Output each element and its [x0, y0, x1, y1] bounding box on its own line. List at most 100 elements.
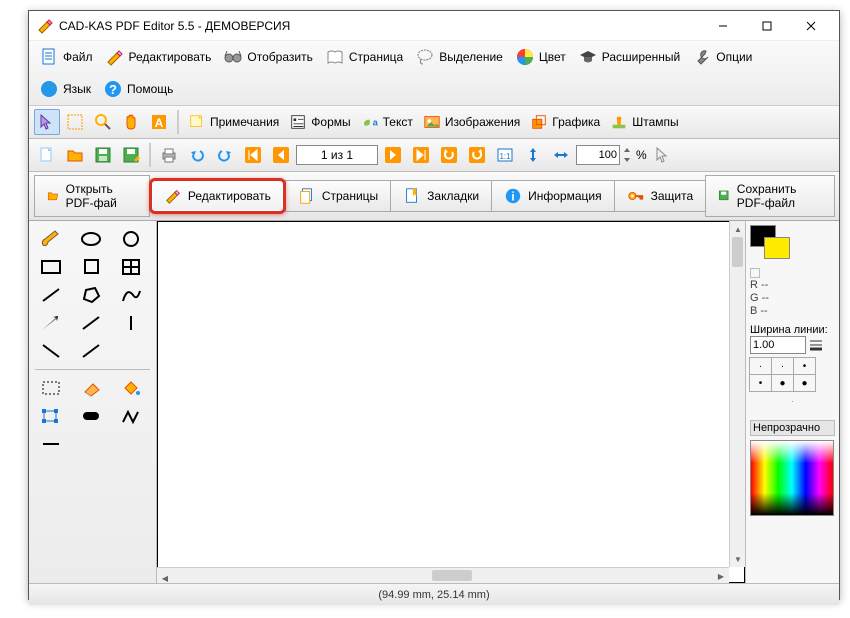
right-panel: R -- G -- B -- Ширина линии: ··• •●● · Н… [745, 221, 839, 583]
brush-tool[interactable] [33, 227, 69, 251]
line-tool[interactable] [33, 283, 69, 307]
diag-line-tool[interactable] [73, 311, 109, 335]
menu-select[interactable]: Выделение [411, 45, 507, 69]
color-swatches[interactable] [750, 225, 792, 261]
dash-styles[interactable]: ··• •●● [750, 358, 835, 392]
stamps-label: Штампы [632, 115, 678, 129]
menu-options[interactable]: Опции [688, 45, 756, 69]
dash-6[interactable]: ● [793, 374, 816, 392]
divider [35, 369, 150, 370]
linewidth-input[interactable] [750, 336, 806, 354]
hand-tool[interactable] [118, 109, 144, 135]
tab-protect[interactable]: Защита [614, 180, 707, 212]
curve-tool[interactable] [113, 283, 149, 307]
linewidth-picker-icon[interactable] [808, 337, 824, 353]
menu-advanced[interactable]: Расширенный [574, 45, 685, 69]
square-tool[interactable] [73, 255, 109, 279]
tab-save[interactable]: Сохранить PDF-файл [705, 175, 835, 217]
diag2-tool[interactable] [33, 339, 69, 363]
scroll-up-icon[interactable]: ▲ [730, 221, 746, 237]
graphics-icon [530, 113, 548, 131]
notes-group[interactable]: Примечания [184, 113, 283, 131]
saveas-button[interactable] [118, 142, 144, 168]
stamps-group[interactable]: Штампы [606, 113, 682, 131]
first-page-button[interactable] [240, 142, 266, 168]
separator [149, 143, 151, 167]
text-tool[interactable]: A [146, 109, 172, 135]
tab-edit[interactable]: Редактировать [149, 178, 286, 214]
tab-bookmarks[interactable]: Закладки [390, 180, 492, 212]
zoom-input[interactable] [576, 145, 620, 165]
fit-11-button[interactable]: 1:1 [492, 142, 518, 168]
scroll-down-icon[interactable]: ▼ [730, 551, 746, 567]
dash-2[interactable]: · [771, 357, 794, 375]
graphics-group[interactable]: Графика [526, 113, 604, 131]
ellipse-tool[interactable] [73, 227, 109, 251]
background-swatch[interactable] [764, 237, 790, 259]
pointer2-button[interactable] [649, 142, 675, 168]
transform-tool[interactable] [33, 404, 69, 428]
zoom-spinner[interactable] [622, 146, 632, 164]
scroll-right-icon[interactable]: ▶ [713, 568, 729, 584]
dash-5[interactable]: ● [771, 374, 794, 392]
roundrect-tool[interactable] [73, 404, 109, 428]
print-button[interactable] [156, 142, 182, 168]
dash-4[interactable]: • [749, 374, 772, 392]
tab-info[interactable]: i Информация [491, 180, 614, 212]
grid-tool[interactable] [113, 255, 149, 279]
rotate-right-button[interactable] [464, 142, 490, 168]
pointer-tool[interactable] [34, 109, 60, 135]
tab-save-label: Сохранить PDF-файл [737, 182, 822, 210]
tab-pages[interactable]: Страницы [285, 180, 391, 212]
minimize-button[interactable] [701, 12, 745, 40]
menu-file[interactable]: Файл [35, 45, 97, 69]
vertical-scrollbar[interactable]: ▲ ▼ [729, 221, 745, 567]
redo-button[interactable] [212, 142, 238, 168]
circle-tool[interactable] [113, 227, 149, 251]
rect-tool[interactable] [33, 255, 69, 279]
hline-tool[interactable] [33, 432, 69, 456]
bucket-tool[interactable] [113, 376, 149, 400]
marquee-tool[interactable] [62, 109, 88, 135]
horizontal-scrollbar[interactable]: ◀ ▶ [157, 567, 729, 583]
maximize-button[interactable] [745, 12, 789, 40]
dash-3[interactable]: • [793, 357, 816, 375]
arrow-tool[interactable] [33, 311, 69, 335]
menu-color[interactable]: Цвет [511, 45, 570, 69]
menu-page[interactable]: Страница [321, 45, 407, 69]
prev-page-button[interactable] [268, 142, 294, 168]
dash-1[interactable]: · [749, 357, 772, 375]
scroll-left-icon[interactable]: ◀ [157, 571, 173, 587]
color-spectrum[interactable] [750, 440, 834, 516]
menu-language[interactable]: Язык [35, 77, 95, 101]
eraser-tool[interactable] [73, 376, 109, 400]
rotate-left-button[interactable] [436, 142, 462, 168]
polyline-tool[interactable] [113, 404, 149, 428]
images-group[interactable]: Изображения [419, 113, 524, 131]
menu-edit[interactable]: Редактировать [101, 45, 216, 69]
body: ▲ ▼ ◀ ▶ R -- G -- B -- Ширина линии: [29, 221, 839, 583]
scroll-thumb[interactable] [432, 570, 472, 581]
page-display[interactable]: 1 из 1 [296, 145, 378, 165]
vert-line-tool[interactable] [113, 311, 149, 335]
open-button[interactable] [62, 142, 88, 168]
menu-view[interactable]: Отобразить [219, 45, 316, 69]
fit-height-button[interactable] [520, 142, 546, 168]
select-rect-tool[interactable] [33, 376, 69, 400]
zoom-tool[interactable] [90, 109, 116, 135]
next-page-button[interactable] [380, 142, 406, 168]
text-group[interactable]: a Текст [357, 113, 417, 131]
menu-help[interactable]: ? Помощь [99, 77, 177, 101]
new-button[interactable] [34, 142, 60, 168]
save-button[interactable] [90, 142, 116, 168]
forms-group[interactable]: Формы [285, 113, 354, 131]
scroll-thumb[interactable] [732, 237, 743, 267]
last-page-button[interactable] [408, 142, 434, 168]
fit-width-button[interactable] [548, 142, 574, 168]
polygon-tool[interactable] [73, 283, 109, 307]
diag3-tool[interactable] [73, 339, 109, 363]
close-button[interactable] [789, 12, 833, 40]
undo-button[interactable] [184, 142, 210, 168]
canvas[interactable] [157, 221, 745, 583]
tab-open[interactable]: Открыть PDF-фай [34, 175, 150, 217]
